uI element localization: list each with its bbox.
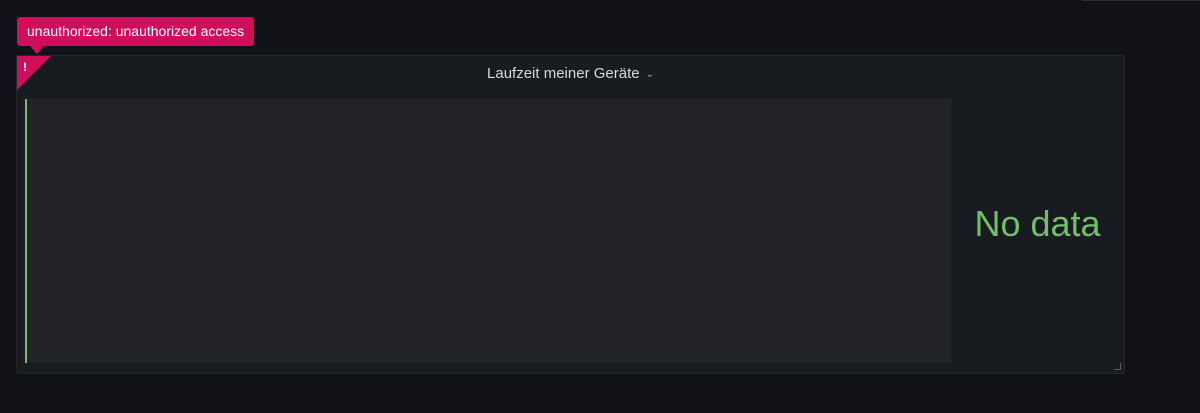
error-tooltip-arrow xyxy=(30,46,44,54)
no-data-value: No data xyxy=(974,203,1101,244)
resize-handle-icon[interactable] xyxy=(1114,363,1121,370)
stat-panel: ! Laufzeit meiner Geräte ⌄ No data xyxy=(16,55,1125,374)
panel-header[interactable]: Laufzeit meiner Geräte ⌄ xyxy=(17,65,1124,84)
panel-title[interactable]: Laufzeit meiner Geräte xyxy=(487,65,640,83)
top-edge-line xyxy=(1082,0,1200,1)
error-tooltip-message: unauthorized: unauthorized access xyxy=(27,23,245,39)
error-tooltip: unauthorized: unauthorized access xyxy=(17,17,255,46)
chevron-down-icon[interactable]: ⌄ xyxy=(646,66,654,84)
sparkline-series-line xyxy=(25,99,27,363)
sparkline-area xyxy=(25,99,951,363)
